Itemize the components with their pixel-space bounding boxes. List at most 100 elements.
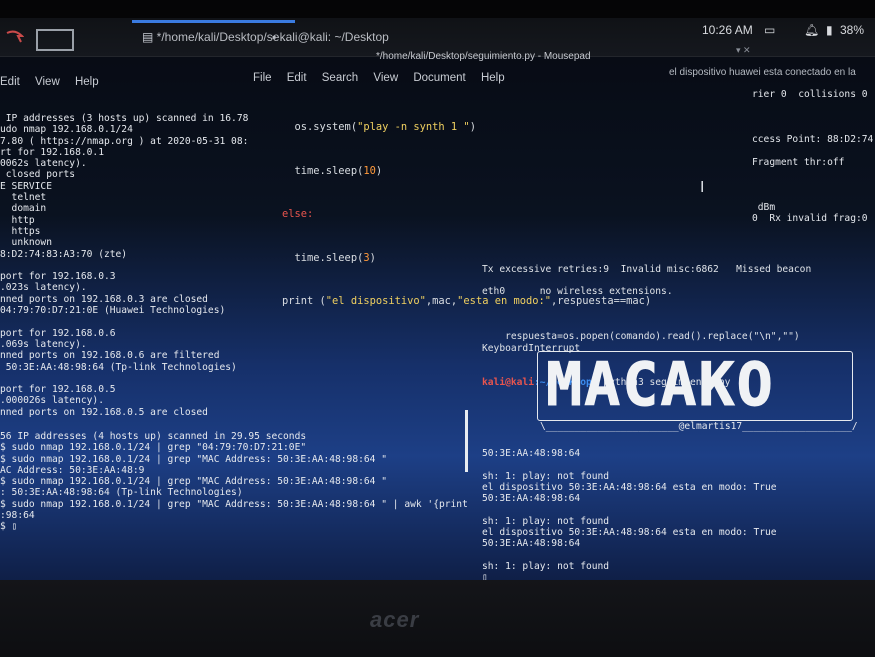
editor-menu-view[interactable]: View xyxy=(373,72,398,84)
terminal-line: nned ports on 192.168.0.3 are closed xyxy=(0,293,208,305)
left-terminal-output: IP addresses (3 hosts up) scanned in 16.… xyxy=(0,113,262,418)
editor-menu-edit[interactable]: Edit xyxy=(287,72,307,84)
mouse-cursor-icon: I xyxy=(700,178,705,196)
editor-menu-document[interactable]: Document xyxy=(413,72,465,84)
terminal-line: sh: 1: play: not found xyxy=(482,515,610,527)
terminal-line: $ sudo nmap 192.168.0.1/24 | grep "04:79… xyxy=(0,442,307,454)
code-line: os.system("play -n synth 1 ") xyxy=(282,120,651,135)
menu-view[interactable]: View xyxy=(35,76,60,88)
taskbar-item-editor[interactable]: ▤ */home/kali/Desktop/se... xyxy=(131,20,296,46)
terminal-line: :98:64 xyxy=(0,510,35,522)
taskbar-item-terminal-label: kali@kali: ~/Desktop xyxy=(279,30,389,44)
code-text: os.system( xyxy=(294,121,358,133)
terminal-line: 50:3E:AA:48:98:64 xyxy=(482,448,581,459)
kali-menu-icon[interactable] xyxy=(6,30,24,44)
menu-edit[interactable]: Edit xyxy=(0,76,20,88)
battery-percent: 38% xyxy=(840,23,865,37)
editor-title: */home/kali/Desktop/seguimiento.py - Mou… xyxy=(376,51,591,62)
wifi-info-output: rier 0 collisions 0 ccess Point: 88:D2:74… xyxy=(752,89,873,225)
terminal-line: closed ports xyxy=(0,169,76,181)
terminal-line: $ sudo nmap 192.168.0.1/24 | grep "MAC A… xyxy=(0,453,387,465)
terminal-line: $ sudo nmap 192.168.0.1/24 | grep "MAC A… xyxy=(0,498,468,510)
terminal-scrollbar[interactable] xyxy=(465,410,468,472)
editor-menu-file[interactable]: File xyxy=(253,72,272,84)
notification-bell-icon[interactable]: 🔔︎ xyxy=(804,23,819,37)
taskbar-item-editor-label: */home/kali/Desktop/se... xyxy=(156,30,290,44)
terminal-line: 0062s latency). xyxy=(0,158,87,170)
terminal-line: port for 192.168.0.3 xyxy=(0,271,116,283)
left-terminal-commands: 56 IP addresses (4 hosts up) scanned in … xyxy=(0,431,470,533)
code-text: print ( xyxy=(282,295,326,307)
editor-menu-search[interactable]: Search xyxy=(322,72,358,84)
terminal-line: IP addresses (3 hosts up) scanned in 16.… xyxy=(0,113,249,124)
terminal-line: : 50:3E:AA:48:98:64 (Tp-link Technologie… xyxy=(0,487,243,499)
code-text: time.sleep( xyxy=(294,164,364,177)
left-terminal-menu: Edit View Help xyxy=(0,76,111,88)
terminal-line: domain xyxy=(0,203,47,215)
terminal-line: udo nmap 192.168.0.1/24 xyxy=(0,124,133,136)
laptop-bezel xyxy=(0,580,875,657)
laptop-screen: ▤ */home/kali/Desktop/se... ▪ kali@kali:… xyxy=(0,18,875,580)
terminal-line: 56 IP addresses (4 hosts up) scanned in … xyxy=(0,431,307,442)
menu-help[interactable]: Help xyxy=(75,76,99,88)
code-text: time.sleep( xyxy=(294,251,364,264)
terminal-line: ccess Point: 88:D2:74 xyxy=(752,134,874,146)
notification-text: el dispositivo huawei esta conectado en … xyxy=(669,67,856,78)
clock[interactable]: 10:26 AM xyxy=(702,23,753,37)
taskbar-item-terminal[interactable]: ▪ kali@kali: ~/Desktop xyxy=(272,30,389,46)
terminal-line: sh: 1: play: not found xyxy=(482,560,610,572)
editor-menu-help[interactable]: Help xyxy=(481,72,505,84)
code-text: ) xyxy=(469,121,476,133)
terminal-line: Tx excessive retries:9 Invalid misc:6862… xyxy=(482,263,812,275)
terminal-line: telnet xyxy=(0,192,47,204)
monitor-icon[interactable]: ▭ xyxy=(764,23,775,37)
terminal-line: port for 192.168.0.5 xyxy=(0,384,116,396)
code-line: else: xyxy=(282,207,651,222)
terminal-line: el dispositivo 50:3E:AA:48:98:64 esta en… xyxy=(482,527,777,539)
battery-icon[interactable]: ▮ xyxy=(826,23,833,37)
terminal-task-icon: ▪ xyxy=(272,30,280,44)
ascii-banner-title: MACAKO xyxy=(546,350,775,420)
terminal-line: rier 0 collisions 0 xyxy=(752,89,868,100)
right-terminal-lines: Tx excessive retries:9 Invalid misc:6862… xyxy=(482,264,811,354)
terminal-line: 8:D2:74:83:A3:70 (zte) xyxy=(0,248,128,260)
terminal-line: 50:3E:AA:48:98:64 (Tp-link Technologies) xyxy=(0,361,237,373)
terminal-line: respuesta=os.popen(comando).read().repla… xyxy=(482,331,800,343)
terminal-line: $ sudo nmap 192.168.0.1/24 | grep "MAC A… xyxy=(0,476,387,488)
terminal-line: rt for 192.168.0.1 xyxy=(0,146,104,158)
code-keyword: else: xyxy=(282,208,314,220)
code-string: "play -n synth 1 " xyxy=(357,121,470,133)
terminal-line: .069s latency). xyxy=(0,338,87,350)
terminal-line: eth0 no wireless extensions. xyxy=(482,286,673,298)
workspace-switcher[interactable] xyxy=(36,29,74,51)
right-terminal-results: 50:3E:AA:48:98:64 sh: 1: play: not found e… xyxy=(482,448,777,580)
code-text: ,mac, xyxy=(425,295,458,307)
terminal-line: 50:3E:AA:48:98:64 xyxy=(482,493,581,505)
terminal-line: unknown xyxy=(0,237,52,249)
terminal-line: E SERVICE xyxy=(0,180,52,192)
terminal-line: sh: 1: play: not found xyxy=(482,470,610,482)
window-restore-icon[interactable]: ▾ ✕ xyxy=(736,45,751,56)
code-string: "el dispositivo" xyxy=(325,295,426,307)
terminal-line: 04:79:70:D7:21:0E (Huawei Technologies) xyxy=(0,305,226,317)
code-line: time.sleep(10) xyxy=(282,164,651,179)
terminal-line: .000026s latency). xyxy=(0,395,104,407)
terminal-line: 7.80 ( https://nmap.org ) at 2020-05-31 … xyxy=(0,135,249,147)
code-number: 10 xyxy=(363,164,376,177)
terminal-line: ▯ xyxy=(482,572,488,580)
code-text: ) xyxy=(375,164,383,177)
